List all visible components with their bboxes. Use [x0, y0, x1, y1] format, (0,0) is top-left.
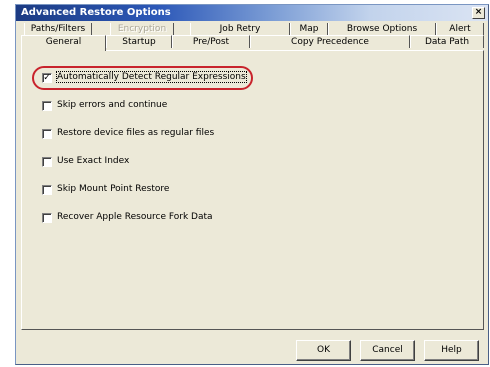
- recover-apple-fork-label: Recover Apple Resource Fork Data: [57, 212, 213, 222]
- tab-copy-precedence[interactable]: Copy Precedence: [250, 35, 410, 48]
- tab-pre-post[interactable]: Pre/Post: [172, 35, 250, 48]
- title-bar[interactable]: Advanced Restore Options ×: [16, 5, 488, 21]
- tab-data-path[interactable]: Data Path: [410, 35, 484, 48]
- skip-mount-point-checkbox[interactable]: [42, 185, 52, 195]
- use-exact-index-checkbox[interactable]: [42, 157, 52, 167]
- ok-button[interactable]: OK: [296, 340, 351, 361]
- skip-errors-label: Skip errors and continue: [57, 100, 168, 110]
- skip-errors-checkbox[interactable]: [42, 101, 52, 111]
- close-icon: ×: [474, 7, 483, 17]
- skip-mount-point-label: Skip Mount Point Restore: [57, 184, 170, 194]
- use-exact-index-label: Use Exact Index: [57, 156, 130, 166]
- dialog-title: Advanced Restore Options: [21, 7, 171, 18]
- recover-apple-fork-checkbox[interactable]: [42, 213, 52, 223]
- restore-device-files-checkbox[interactable]: [42, 129, 52, 139]
- tab-startup[interactable]: Startup: [106, 35, 172, 48]
- tab-general[interactable]: General: [21, 35, 106, 51]
- close-button[interactable]: ×: [472, 7, 485, 19]
- help-button[interactable]: Help: [424, 340, 479, 361]
- checkmark-icon: ✓: [43, 73, 51, 83]
- auto-detect-regex-label: Automatically Detect Regular Expressions: [56, 71, 247, 83]
- restore-device-files-label: Restore device files as regular files: [57, 128, 215, 138]
- auto-detect-regex-checkbox[interactable]: ✓: [42, 73, 52, 83]
- general-tab-panel: ✓ Automatically Detect Regular Expressio…: [21, 50, 484, 330]
- advanced-restore-options-dialog: Advanced Restore Options × Paths/Filters…: [15, 4, 489, 365]
- cancel-button[interactable]: Cancel: [360, 340, 415, 361]
